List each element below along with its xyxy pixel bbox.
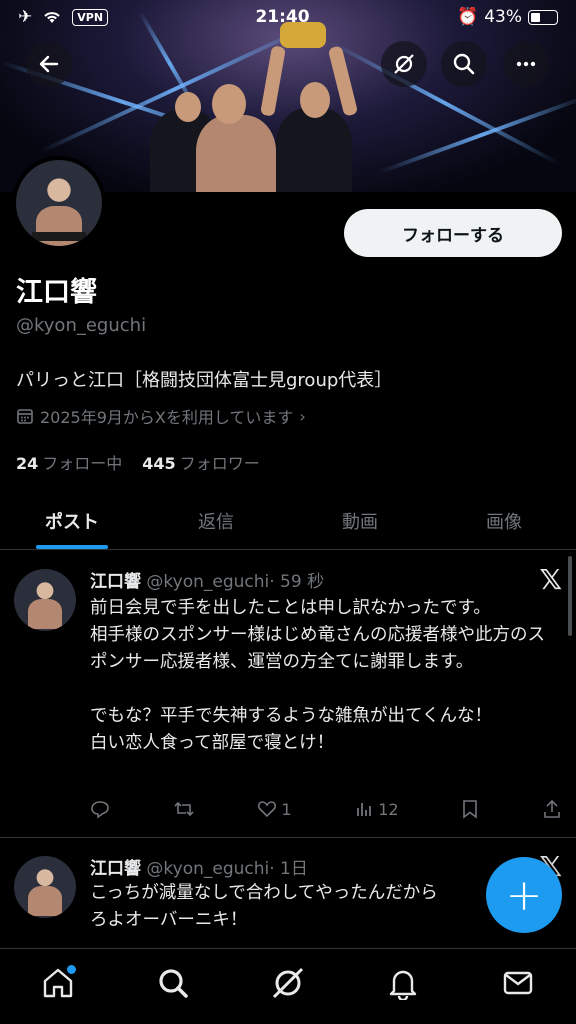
post-actions: 1 12	[90, 799, 562, 819]
views-button[interactable]: 12	[354, 799, 399, 819]
bottom-navigation	[0, 948, 576, 1024]
views-icon	[357, 803, 372, 816]
repost-button[interactable]	[173, 799, 195, 819]
x-logo-icon: 𝕏	[539, 563, 562, 596]
post-time: · 59 秒	[269, 572, 325, 592]
reply-button[interactable]	[90, 799, 110, 819]
nav-grok[interactable]	[258, 953, 318, 1013]
clock: 21:40	[255, 7, 310, 27]
like-count: 1	[281, 799, 292, 819]
nav-search[interactable]	[143, 953, 203, 1013]
post-header: 江口響 @kyon_eguchi· 59 秒	[90, 567, 324, 592]
post-author-handle: @kyon_eguchi	[146, 859, 270, 879]
profile-handle: @kyon_eguchi	[16, 315, 147, 336]
profile-bio: パリっと江口［格闘技団体富士見group代表］	[16, 370, 393, 391]
compose-post-button[interactable]: +	[486, 857, 562, 933]
tab-replies[interactable]: 返信	[144, 492, 288, 549]
joined-text: 2025年9月からXを利用しています	[40, 408, 294, 427]
chevron-right-icon: ›	[299, 406, 306, 426]
following-link[interactable]: 24 フォロー中	[16, 450, 122, 474]
profile-avatar[interactable]	[12, 156, 106, 250]
nav-notifications[interactable]	[373, 953, 433, 1013]
nav-home[interactable]	[28, 953, 88, 1013]
status-bar: ✈ VPN 21:40 ⏰ 43%	[0, 0, 576, 34]
search-icon	[453, 53, 475, 75]
scrollbar[interactable]	[568, 556, 572, 636]
followers-link[interactable]: 445 フォロワー	[142, 450, 259, 474]
battery-percent: 43%	[484, 7, 522, 27]
follow-button[interactable]: フォローする	[344, 209, 562, 257]
alarm-icon: ⏰	[457, 7, 479, 27]
more-button[interactable]	[503, 41, 549, 87]
search-button[interactable]	[441, 41, 487, 87]
wifi-icon	[44, 12, 60, 23]
bookmark-icon	[463, 800, 478, 819]
post-header: 江口響 @kyon_eguchi· 1日	[90, 854, 308, 879]
heart-icon	[258, 801, 277, 818]
post-author-handle: @kyon_eguchi	[146, 572, 270, 592]
post-author-name: 江口響	[90, 572, 141, 592]
more-icon	[516, 61, 536, 67]
back-button[interactable]	[26, 41, 72, 87]
post-author-name: 江口響	[90, 859, 141, 879]
post-avatar[interactable]	[14, 856, 76, 918]
repost-icon	[174, 801, 194, 817]
grok-icon	[272, 967, 304, 998]
view-count: 12	[378, 799, 399, 819]
post-text: 前日会見で手を出したことは申し訳なかったです。 相手様のスポンサー様はじめ竜さん…	[90, 598, 545, 753]
airplane-icon: ✈	[18, 7, 33, 27]
back-arrow-icon	[39, 55, 59, 73]
follow-stats: 24 フォロー中 445 フォロワー	[16, 450, 260, 474]
joined-date[interactable]: 2025年9月からXを利用しています ›	[16, 404, 306, 428]
post-time: · 1日	[269, 859, 308, 879]
battery-icon	[528, 9, 558, 25]
grok-icon	[394, 54, 414, 74]
tab-videos[interactable]: 動画	[288, 492, 432, 549]
tab-images[interactable]: 画像	[432, 492, 576, 549]
post-item[interactable]: 江口響 @kyon_eguchi· 59 秒 𝕏 前日会見で手を出したことは申し…	[0, 551, 576, 837]
notifications-icon	[389, 970, 417, 1000]
calendar-icon	[17, 409, 33, 424]
bookmark-button[interactable]	[461, 799, 479, 819]
like-button[interactable]: 1	[257, 799, 292, 819]
share-button[interactable]	[542, 799, 562, 819]
reply-icon	[91, 801, 109, 819]
tab-posts[interactable]: ポスト	[0, 492, 144, 549]
vpn-badge: VPN	[72, 8, 109, 26]
grok-button[interactable]	[381, 41, 427, 87]
share-icon	[544, 799, 560, 818]
nav-messages[interactable]	[488, 953, 548, 1013]
post-avatar[interactable]	[14, 569, 76, 631]
post-text: こっちが減量なしで合わしてやったんだから ろよオーバーニキ！	[90, 883, 438, 930]
profile-name: 江口響	[16, 277, 97, 308]
profile-tabs: ポスト 返信 動画 画像	[0, 492, 576, 550]
search-icon	[159, 968, 188, 998]
notification-dot	[66, 964, 76, 974]
messages-icon	[504, 971, 533, 994]
